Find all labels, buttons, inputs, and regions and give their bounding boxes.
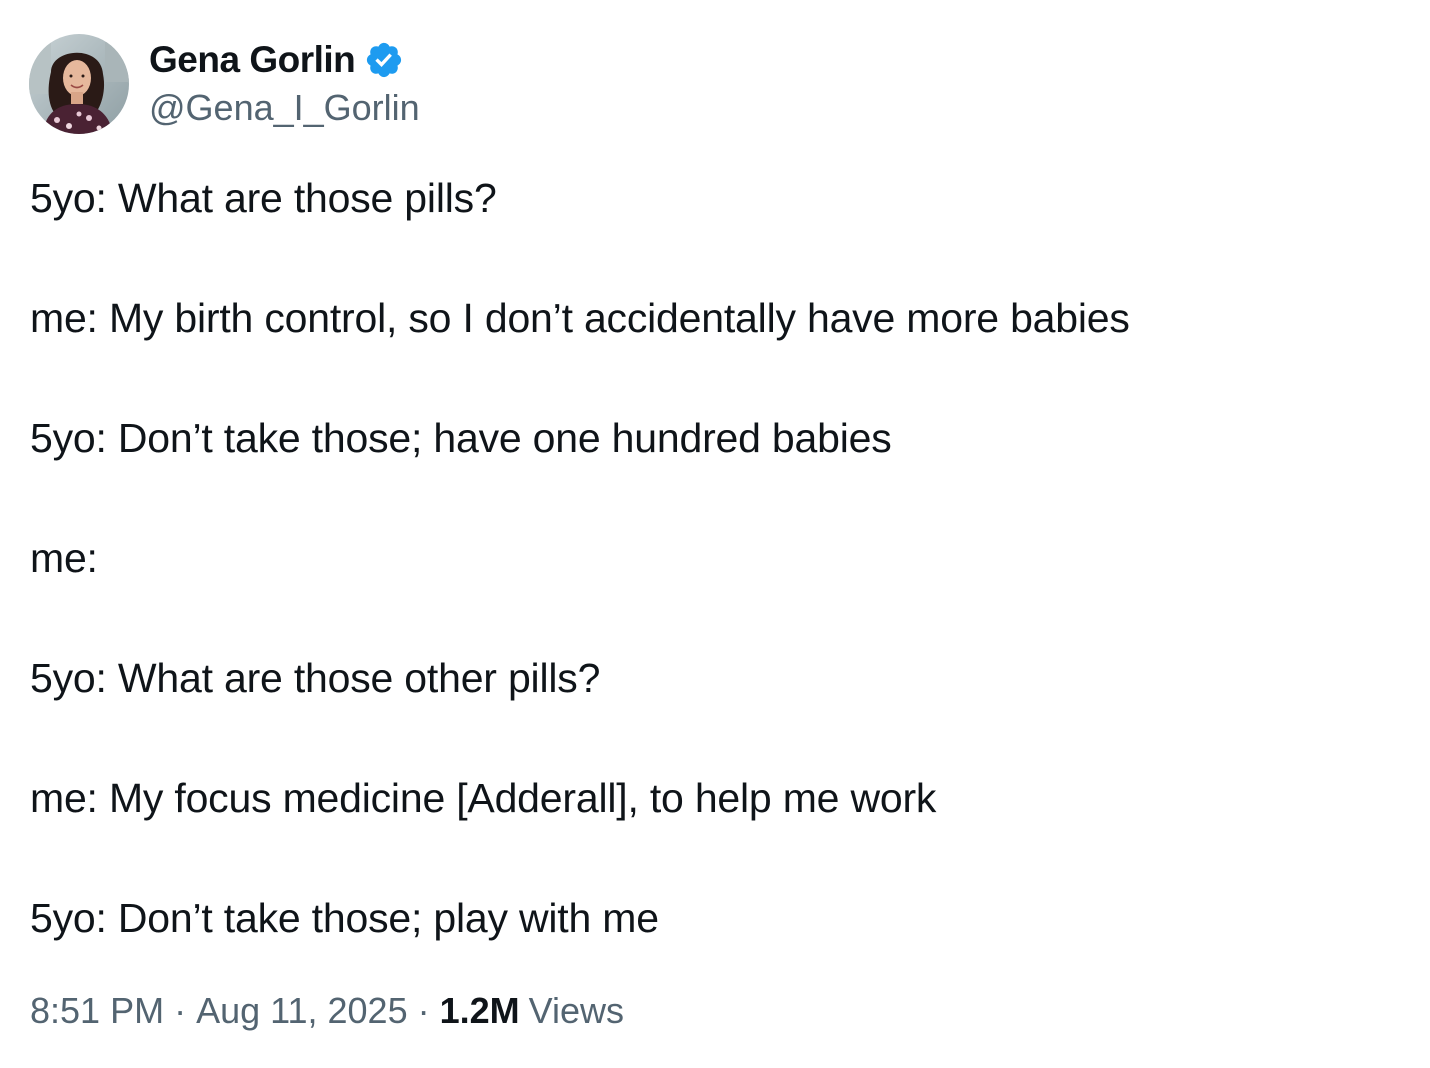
tweet: Gena Gorlin @Gena_I_Gorlin 5yo: What are… bbox=[0, 0, 1430, 1068]
avatar[interactable] bbox=[29, 34, 129, 134]
tweet-line: 5yo: What are those pills? bbox=[30, 175, 497, 221]
tweet-text: 5yo: What are those pills? me: My birth … bbox=[30, 172, 1400, 1012]
avatar-image bbox=[29, 34, 129, 134]
tweet-line: me: My birth control, so I don’t acciden… bbox=[30, 295, 1130, 341]
tweet-line: me: My focus medicine [Adderall], to hel… bbox=[30, 775, 937, 821]
meta-separator: · bbox=[417, 990, 430, 1031]
author-identity: Gena Gorlin @Gena_I_Gorlin bbox=[149, 34, 420, 129]
tweet-date[interactable]: Aug 11, 2025 bbox=[196, 990, 408, 1032]
tweet-line: 5yo: What are those other pills? bbox=[30, 655, 601, 701]
views-count[interactable]: 1.2M bbox=[440, 990, 520, 1032]
author-handle[interactable]: @Gena_I_Gorlin bbox=[149, 87, 420, 129]
tweet-line: 5yo: Don’t take those; play with me bbox=[30, 895, 659, 941]
tweet-line: 5yo: Don’t take those; have one hundred … bbox=[30, 415, 892, 461]
name-row: Gena Gorlin bbox=[149, 35, 420, 85]
views-label: Views bbox=[528, 990, 625, 1031]
tweet-line: me: bbox=[30, 535, 98, 581]
meta-separator: · bbox=[174, 990, 187, 1031]
author-name[interactable]: Gena Gorlin bbox=[149, 39, 356, 81]
tweet-time[interactable]: 8:51 PM bbox=[30, 990, 164, 1032]
tweet-meta: 8:51 PM · Aug 11, 2025 · 1.2M Views bbox=[30, 990, 624, 1032]
verified-badge-icon[interactable] bbox=[364, 40, 404, 80]
tweet-header: Gena Gorlin @Gena_I_Gorlin bbox=[29, 34, 420, 134]
